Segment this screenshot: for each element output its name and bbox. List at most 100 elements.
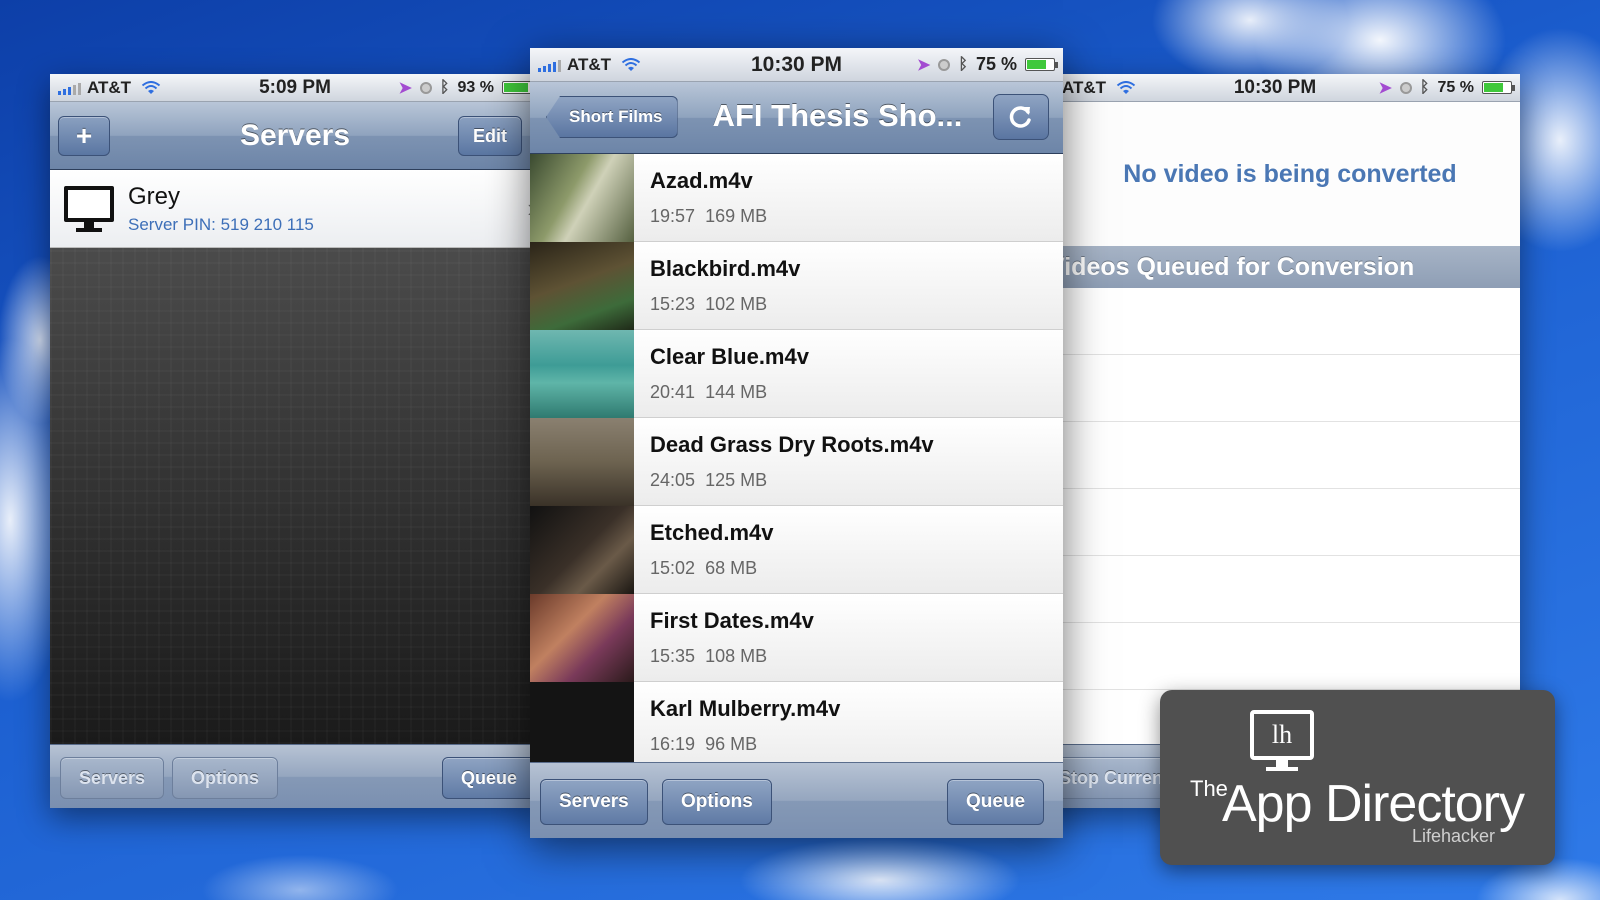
app-directory-logo: lh The App Directory Lifehacker: [1160, 690, 1555, 865]
file-row[interactable]: Azad.m4v 19:57 169 MB: [530, 154, 1063, 242]
video-thumbnail: [530, 242, 634, 330]
file-name: Azad.m4v: [650, 168, 753, 193]
wifi-icon: [1116, 80, 1136, 94]
file-meta: 24:05 125 MB: [650, 470, 934, 491]
servers-button[interactable]: Servers: [540, 779, 648, 825]
nav-bar: + Servers Edit: [50, 102, 540, 170]
bottom-toolbar: Servers Options Queue: [50, 744, 540, 808]
file-meta: 15:23 102 MB: [650, 294, 800, 315]
options-button[interactable]: Options: [172, 757, 278, 799]
file-size: 169 MB: [705, 206, 768, 226]
file-name: Dead Grass Dry Roots.m4v: [650, 432, 934, 457]
file-row[interactable]: Etched.m4v 15:02 68 MB: [530, 506, 1063, 594]
battery-percent: 75 %: [1437, 78, 1474, 96]
status-bar: AT&T 10:30 PM ➤ ᛒ 75 %: [530, 48, 1063, 82]
file-list: Azad.m4v 19:57 169 MB Blackbird.m4v 15:2…: [530, 154, 1063, 762]
file-row[interactable]: Blackbird.m4v 15:23 102 MB: [530, 242, 1063, 330]
file-duration: 15:23: [650, 294, 696, 314]
file-meta: 19:57 169 MB: [650, 206, 767, 227]
lock-rotation-icon: [419, 81, 432, 94]
server-row[interactable]: Grey Server PIN: 519 210 115 ›: [50, 170, 540, 248]
file-row[interactable]: Clear Blue.m4v 20:41 144 MB: [530, 330, 1063, 418]
file-name: First Dates.m4v: [650, 608, 814, 633]
battery-icon: [1025, 58, 1058, 71]
wifi-icon: [621, 57, 641, 71]
servers-button[interactable]: Servers: [60, 757, 165, 799]
battery-percent: 93 %: [457, 78, 494, 96]
server-pin: Server PIN: 519 210 115: [128, 214, 314, 234]
file-size: 102 MB: [705, 294, 768, 314]
file-name: Karl Mulberry.m4v: [650, 696, 841, 721]
file-browser-screen: AT&T 10:30 PM ➤ ᛒ 75 % Short Films AFI T…: [530, 48, 1063, 838]
queue-section-header: Videos Queued for Conversion: [1030, 246, 1520, 288]
location-icon: ➤: [398, 79, 412, 97]
video-thumbnail: [530, 330, 634, 418]
status-bar: AT&T 10:30 PM ➤ ᛒ 75 %: [1030, 74, 1520, 102]
file-duration: 19:57: [650, 206, 696, 226]
bottom-toolbar: Servers Options Queue: [530, 762, 1063, 838]
refresh-icon: [1009, 106, 1031, 128]
file-duration: 20:41: [650, 382, 696, 402]
file-size: 108 MB: [705, 646, 768, 666]
file-meta: 20:41 144 MB: [650, 382, 809, 403]
lifehacker-monitor-icon: lh: [1250, 710, 1314, 772]
file-row[interactable]: First Dates.m4v 15:35 108 MB: [530, 594, 1063, 682]
badge-title: App Directory: [1222, 775, 1525, 833]
queue-row: [1030, 556, 1520, 623]
queue-row: [1030, 489, 1520, 556]
queue-button[interactable]: Queue: [442, 757, 537, 799]
clock: 5:09 PM: [259, 76, 331, 98]
video-thumbnail: [530, 418, 634, 506]
battery-icon: [1482, 81, 1515, 94]
queue-row: [1030, 623, 1520, 690]
monitor-icon: [64, 184, 116, 234]
video-thumbnail: [530, 154, 634, 242]
status-bar: AT&T 5:09 PM ➤ ᛒ 93 %: [50, 74, 540, 102]
back-button[interactable]: Short Films: [546, 96, 678, 138]
file-meta: 16:19 96 MB: [650, 734, 840, 755]
carrier-label: AT&T: [567, 54, 612, 74]
wifi-icon: [141, 80, 161, 94]
location-icon: ➤: [1378, 79, 1392, 97]
file-name: Blackbird.m4v: [650, 256, 801, 281]
file-meta: 15:02 68 MB: [650, 558, 774, 579]
conversion-status-message: No video is being converted: [1030, 102, 1520, 246]
clock: 10:30 PM: [750, 52, 843, 76]
lock-rotation-icon: [1399, 81, 1412, 94]
servers-screen: AT&T 5:09 PM ➤ ᛒ 93 % + Servers Edit Gre…: [50, 74, 540, 808]
edit-button[interactable]: Edit: [458, 116, 522, 156]
video-thumbnail: [530, 682, 634, 762]
nav-bar: Short Films AFI Thesis Sho...: [530, 82, 1063, 154]
file-duration: 15:35: [650, 646, 696, 666]
file-duration: 15:02: [650, 558, 696, 578]
file-size: 96 MB: [705, 734, 758, 754]
options-button[interactable]: Options: [662, 779, 772, 825]
file-duration: 16:19: [650, 734, 696, 754]
badge-subtitle: Lifehacker: [1411, 826, 1495, 846]
lock-rotation-icon: [938, 58, 951, 71]
video-thumbnail: [530, 594, 634, 682]
queue-button[interactable]: Queue: [947, 779, 1045, 825]
bluetooth-icon: ᛒ: [439, 78, 450, 96]
signal-icon: [538, 58, 561, 72]
file-size: 125 MB: [705, 470, 768, 490]
file-meta: 15:35 108 MB: [650, 646, 814, 667]
signal-icon: [58, 81, 81, 95]
battery-icon: [502, 81, 535, 94]
page-title: AFI Thesis Sho...: [712, 98, 963, 133]
logo-glyph: lh: [1250, 710, 1314, 760]
bluetooth-icon: ᛒ: [958, 55, 968, 73]
file-name: Clear Blue.m4v: [650, 344, 809, 369]
carrier-label: AT&T: [1062, 77, 1107, 97]
queue-row: [1030, 355, 1520, 422]
file-name: Etched.m4v: [650, 520, 774, 545]
carrier-label: AT&T: [87, 77, 132, 97]
file-size: 68 MB: [705, 558, 758, 578]
queue-row: [1030, 288, 1520, 355]
refresh-button[interactable]: [993, 94, 1049, 140]
add-server-button[interactable]: +: [58, 116, 110, 156]
file-row[interactable]: Karl Mulberry.m4v 16:19 96 MB: [530, 682, 1063, 762]
bluetooth-icon: ᛒ: [1419, 78, 1430, 96]
battery-percent: 75 %: [975, 54, 1017, 74]
file-row[interactable]: Dead Grass Dry Roots.m4v 24:05 125 MB: [530, 418, 1063, 506]
